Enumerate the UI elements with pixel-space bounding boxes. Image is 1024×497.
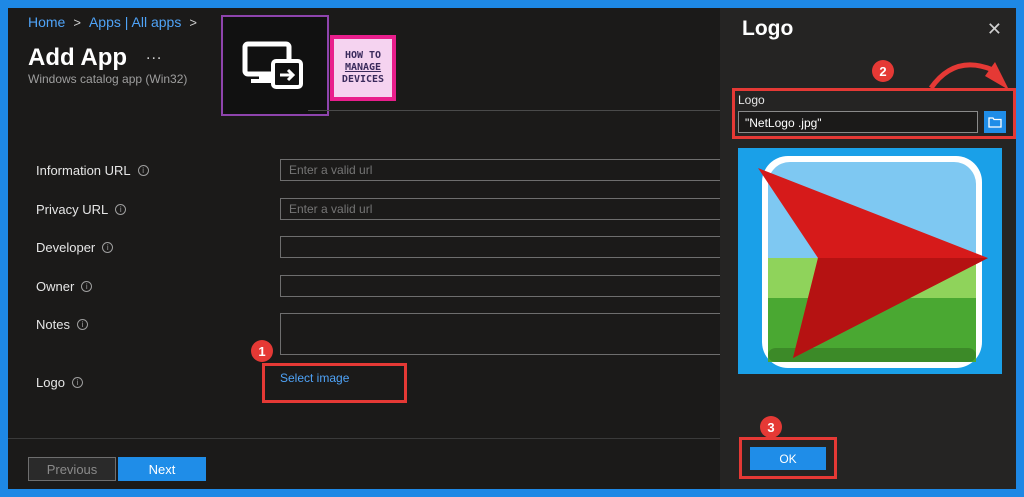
previous-button[interactable]: Previous [28,457,116,481]
page-title: Add App [28,44,128,71]
privacy-url-label-text: Privacy URL [36,202,109,217]
logo-label-text: Logo [36,375,65,390]
divider [308,110,722,111]
brand-line-3: DEVICES [341,74,385,85]
chevron-right-icon: > [189,14,197,30]
close-icon[interactable]: ✕ [987,19,1002,40]
logo-panel: Logo ✕ Logo "NetLogo .jpg" 2 3 OK [720,8,1016,489]
page-subtitle: Windows catalog app (Win32) [28,72,188,86]
developer-label-text: Developer [36,240,96,255]
info-icon[interactable]: i [102,242,114,253]
breadcrumb-apps[interactable]: Apps | All apps [89,14,181,30]
panel-title: Logo [742,17,794,40]
owner-input[interactable] [280,275,725,297]
privacy-url-label: Privacy URL i [36,202,127,217]
owner-label: Owner i [36,279,93,294]
next-button[interactable]: Next [118,457,206,481]
info-icon[interactable]: i [137,165,149,176]
privacy-url-input[interactable] [280,198,725,220]
app-logo-icon [221,15,329,116]
footer-divider [8,438,723,439]
ok-button[interactable]: OK [750,447,826,470]
logo-label: Logo i [36,375,83,390]
owner-label-text: Owner [36,279,75,294]
logo-preview-image [738,148,1002,374]
brand-line-2: MANAGE [344,62,382,73]
info-icon[interactable]: i [115,204,127,215]
notes-label: Notes i [36,317,88,332]
notes-textarea[interactable] [280,313,725,355]
brand-logo: HOW TO MANAGE DEVICES [330,35,396,101]
developer-input[interactable] [280,236,725,258]
notes-label-text: Notes [36,317,70,332]
curved-arrow-icon [928,62,1009,90]
breadcrumb-home[interactable]: Home [28,14,65,30]
info-icon[interactable]: i [76,319,88,330]
info-icon[interactable]: i [71,377,83,388]
step-badge-2: 2 [872,60,894,82]
more-options-icon[interactable]: ... [146,46,162,64]
information-url-input[interactable] [280,159,725,181]
app-window: Home > Apps | All apps > Add App ... Win… [8,8,1016,489]
breadcrumb: Home > Apps | All apps > [28,14,197,30]
highlight-box-select-image [262,363,407,403]
step-badge-1: 1 [251,340,273,362]
info-icon[interactable]: i [81,281,93,292]
chevron-right-icon: > [73,14,81,30]
step-badge-3: 3 [760,416,782,438]
information-url-label-text: Information URL [36,163,131,178]
developer-label: Developer i [36,240,114,255]
brand-line-1: HOW TO [344,50,382,61]
information-url-label: Information URL i [36,163,149,178]
